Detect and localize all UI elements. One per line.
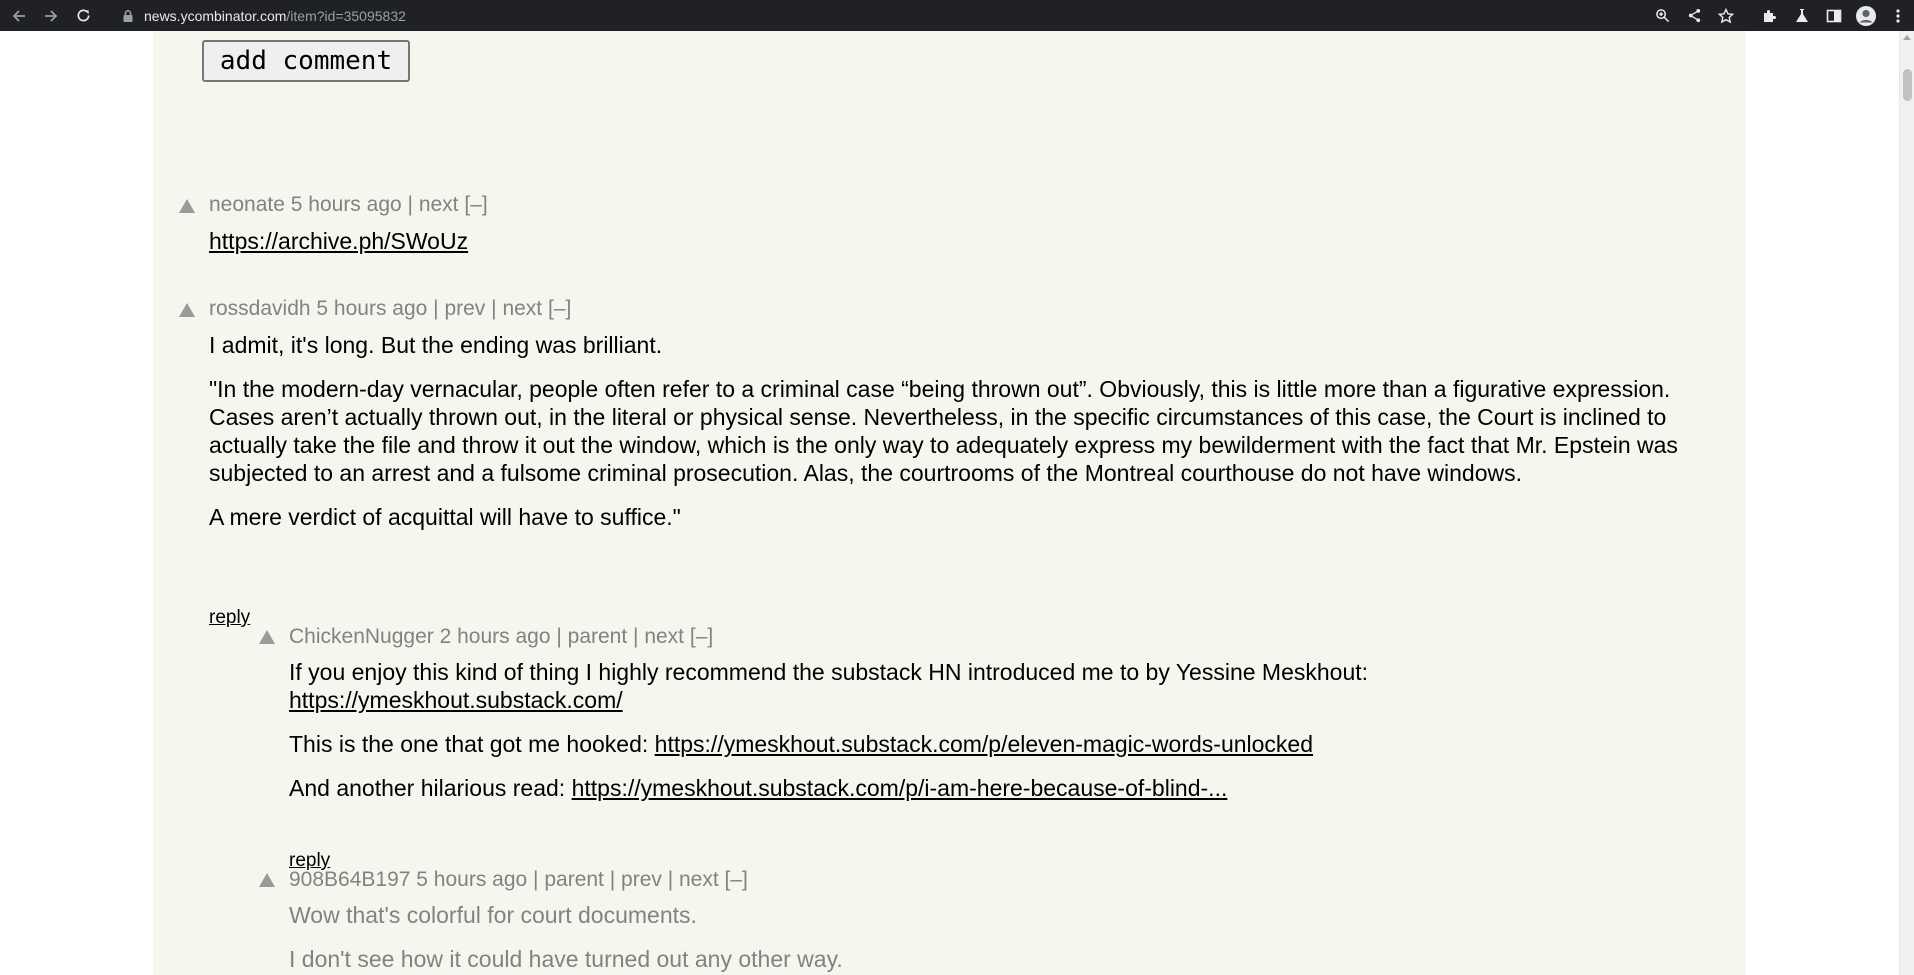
share-button[interactable]: [1682, 4, 1706, 28]
kebab-menu-icon: [1896, 8, 1900, 23]
scrollbar-thumb[interactable]: [1903, 69, 1912, 101]
reload-icon: [77, 9, 89, 22]
comment-paragraph: Wow that's colorful for court documents.: [289, 902, 697, 928]
chrome-menu-button[interactable]: [1886, 4, 1910, 28]
comment-age[interactable]: 5 hours ago: [316, 297, 427, 320]
lock-icon: [123, 9, 133, 22]
comment-prev-link[interactable]: prev: [621, 868, 662, 891]
comment-paragraph: I admit, it's long. But the ending was b…: [209, 332, 663, 358]
comment-paragraph: I don't see how it could have turned out…: [289, 946, 843, 972]
url-path: /item?id=35095832: [286, 7, 406, 24]
comment-paragraph: And another hilarious read: https://ymes…: [289, 774, 1689, 802]
labs-button[interactable]: [1790, 4, 1814, 28]
flask-icon: [1796, 8, 1808, 22]
comment-link[interactable]: https://ymeskhout.substack.com/: [289, 687, 623, 713]
comment-user[interactable]: 908B64B197: [289, 868, 410, 891]
forward-button[interactable]: [40, 5, 62, 27]
zoom-button[interactable]: [1650, 4, 1674, 28]
upvote-icon[interactable]: [179, 303, 195, 317]
arrow-right-icon: [45, 9, 58, 22]
toolbar-actions: [1650, 0, 1914, 31]
upvote-icon[interactable]: [259, 630, 275, 644]
comment-parent-link[interactable]: parent: [568, 625, 628, 648]
comment-header: neonate 5 hours ago | next [–]: [209, 193, 488, 216]
comment-paragraph: A mere verdict of acquittal will have to…: [209, 504, 681, 530]
comment-body: I admit, it's long. But the ending was b…: [209, 331, 1719, 531]
comment-link[interactable]: https://archive.ph/SWoUz: [209, 228, 468, 254]
star-icon: [1718, 7, 1734, 23]
address-bar[interactable]: news.ycombinator.com/item?id=35095832: [122, 0, 406, 31]
comment-age[interactable]: 2 hours ago: [440, 625, 551, 648]
comment-prev-link[interactable]: prev: [444, 297, 485, 320]
zoom-icon: [1655, 9, 1669, 23]
comment-header: ChickenNugger 2 hours ago | parent | nex…: [289, 625, 714, 648]
profile-button[interactable]: [1854, 4, 1878, 28]
comment-collapse-toggle[interactable]: [–]: [725, 868, 748, 891]
comment-user[interactable]: ChickenNugger: [289, 625, 434, 648]
comment-parent-link[interactable]: parent: [544, 868, 604, 891]
comment-next-link[interactable]: next: [502, 297, 542, 320]
comment-text: If you enjoy this kind of thing I highly…: [289, 659, 1369, 685]
bookmark-button[interactable]: [1714, 4, 1738, 28]
comment-header: rossdavidh 5 hours ago | prev | next [–]: [209, 297, 572, 320]
comment-header: 908B64B197 5 hours ago | parent | prev |…: [289, 868, 748, 891]
comment-paragraph: "In the modern-day vernacular, people of…: [209, 376, 1678, 486]
back-button[interactable]: [8, 5, 30, 27]
reload-button[interactable]: [72, 5, 94, 27]
comment-user[interactable]: neonate: [209, 193, 285, 216]
profile-icon: [1856, 5, 1876, 26]
comment-age[interactable]: 5 hours ago: [416, 868, 527, 891]
puzzle-icon: [1764, 9, 1776, 22]
extensions-button[interactable]: [1758, 4, 1782, 28]
comment-age[interactable]: 5 hours ago: [291, 193, 402, 216]
comment-link[interactable]: https://ymeskhout.substack.com/p/i-am-he…: [572, 775, 1228, 801]
vertical-scrollbar[interactable]: [1899, 31, 1914, 975]
comment-collapse-toggle[interactable]: [–]: [548, 297, 571, 320]
comment-collapse-toggle[interactable]: [–]: [690, 625, 713, 648]
comment-user[interactable]: rossdavidh: [209, 297, 311, 320]
browser-toolbar: news.ycombinator.com/item?id=35095832: [0, 0, 1914, 31]
page-viewport: add comment neonate 5 hours ago | next […: [0, 31, 1899, 975]
arrow-left-icon: [12, 9, 25, 22]
url-host: news.ycombinator.com: [144, 7, 287, 24]
comment-body: https://archive.ph/SWoUz: [209, 227, 468, 255]
share-icon: [1688, 8, 1700, 23]
comment-collapse-toggle[interactable]: [–]: [464, 193, 487, 216]
comment-next-link[interactable]: next: [419, 193, 459, 216]
comment-link[interactable]: https://ymeskhout.substack.com/p/eleven-…: [655, 731, 1313, 757]
comment-paragraph: If you enjoy this kind of thing I highly…: [289, 658, 1689, 714]
comment-body: Wow that's colorful for court documents.…: [289, 901, 1689, 973]
upvote-icon[interactable]: [179, 199, 195, 213]
hn-content: add comment neonate 5 hours ago | next […: [153, 31, 1746, 975]
scroll-up-arrow-icon[interactable]: [1903, 35, 1911, 40]
reply-link[interactable]: reply: [209, 607, 250, 629]
side-panel-button[interactable]: [1822, 4, 1846, 28]
upvote-icon[interactable]: [259, 873, 275, 887]
comment-next-link[interactable]: next: [679, 868, 719, 891]
comment-body: If you enjoy this kind of thing I highly…: [289, 658, 1689, 802]
add-comment-button[interactable]: add comment: [202, 40, 410, 82]
comment-next-link[interactable]: next: [644, 625, 684, 648]
comment-text: This is the one that got me hooked:: [289, 731, 649, 757]
side-panel-icon: [1826, 9, 1842, 22]
comment-paragraph: This is the one that got me hooked: http…: [289, 730, 1689, 758]
comment-text: And another hilarious read:: [289, 775, 566, 801]
